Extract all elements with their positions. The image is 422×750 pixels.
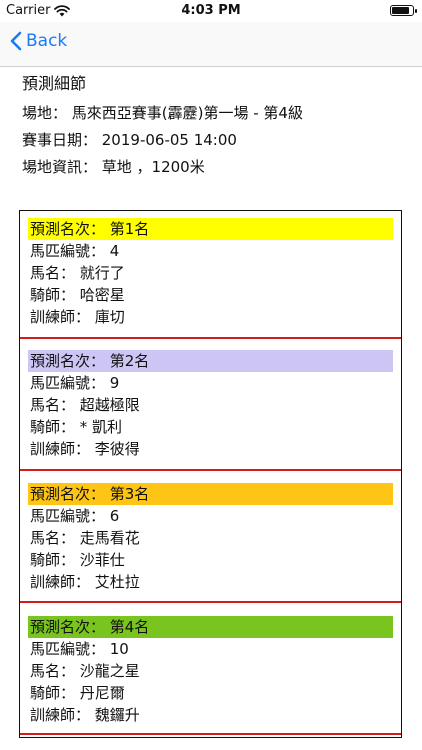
horse-name: 馬名： 超越極限: [30, 396, 140, 414]
trainer-name: 訓練師： 魏鑼升: [30, 706, 140, 724]
race-details: 預測細節 場地： 馬來西亞賽事(霹靂)第一場 - 第4級 賽事日期： 2019-…: [22, 72, 412, 182]
back-label: Back: [26, 31, 68, 51]
battery-icon: [390, 5, 417, 16]
predictions-list: 預測名次： 第1名 馬匹編號： 4 馬名： 就行了 騎師： 哈密星 訓練師： 庫…: [19, 210, 402, 738]
prediction-entry: 預測名次： 第1名 馬匹編號： 4 馬名： 就行了 騎師： 哈密星 訓練師： 庫…: [28, 218, 393, 328]
trainer-name: 訓練師： 李彼得: [30, 440, 140, 458]
race-date-line: 賽事日期： 2019-06-05 14:00: [22, 131, 237, 149]
jockey-name: 騎師： 哈密星: [30, 286, 125, 304]
back-button[interactable]: Back: [10, 31, 67, 51]
prediction-entry: 預測名次： 第4名 馬匹編號： 10 馬名： 沙龍之星 騎師： 丹尼爾 訓練師：…: [28, 616, 393, 726]
horse-number: 馬匹編號： 9: [30, 374, 120, 392]
horse-number: 馬匹編號： 4: [30, 242, 120, 260]
rank-label: 預測名次： 第2名: [28, 350, 393, 372]
horse-name: 馬名： 沙龍之星: [30, 662, 140, 680]
jockey-name: 騎師： 沙菲仕: [30, 551, 125, 569]
venue-line: 場地： 馬來西亞賽事(霹靂)第一場 - 第4級: [22, 104, 303, 122]
status-time: 4:03 PM: [181, 3, 241, 18]
track-info-line: 場地資訊： 草地 ，1200米: [22, 158, 205, 176]
rank-label: 預測名次： 第3名: [28, 483, 393, 505]
horse-number: 馬匹編號： 10: [30, 640, 129, 658]
jockey-name: 騎師： 丹尼爾: [30, 684, 125, 702]
horse-number: 馬匹編號： 6: [30, 507, 120, 525]
entry-divider: [20, 733, 401, 735]
entry-divider: [20, 601, 401, 603]
rank-label: 預測名次： 第1名: [28, 218, 393, 240]
horse-name: 馬名： 走馬看花: [30, 529, 140, 547]
trainer-name: 訓練師： 庫切: [30, 308, 125, 326]
details-title: 預測細節: [22, 74, 87, 93]
prediction-entry: 預測名次： 第3名 馬匹編號： 6 馬名： 走馬看花 騎師： 沙菲仕 訓練師： …: [28, 483, 393, 593]
jockey-name: 騎師： * 凱利: [30, 418, 123, 436]
status-bar: Carrier 4:03 PM: [0, 0, 422, 22]
horse-name: 馬名： 就行了: [30, 264, 125, 282]
rank-label: 預測名次： 第4名: [28, 616, 393, 638]
entry-divider: [20, 337, 401, 339]
prediction-entry: 預測名次： 第2名 馬匹編號： 9 馬名： 超越極限 騎師： * 凱利 訓練師：…: [28, 350, 393, 460]
trainer-name: 訓練師： 艾杜拉: [30, 573, 140, 591]
chevron-left-icon: [10, 31, 22, 51]
entry-divider: [20, 469, 401, 471]
navigation-bar: Back: [0, 22, 422, 67]
